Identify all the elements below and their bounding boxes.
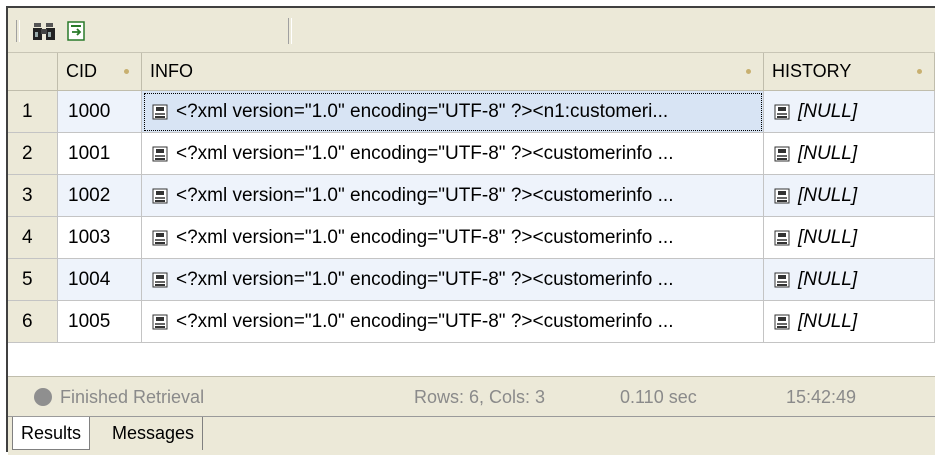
sort-indicator-icon[interactable] xyxy=(746,69,751,74)
xml-document-icon[interactable] xyxy=(774,314,790,330)
info-cell[interactable]: <?xml version="1.0" encoding="UTF-8" ?><… xyxy=(142,91,764,133)
row-number[interactable]: 1 xyxy=(8,91,58,133)
history-cell[interactable]: [NULL] xyxy=(764,175,935,217)
status-bar: Finished Retrieval Rows: 6, Cols: 3 0.11… xyxy=(8,376,935,417)
sort-indicator-icon[interactable] xyxy=(124,69,129,74)
info-value: <?xml version="1.0" encoding="UTF-8" ?><… xyxy=(176,142,674,164)
retrieval-timestamp: 15:42:49 xyxy=(786,387,857,407)
info-value: <?xml version="1.0" encoding="UTF-8" ?><… xyxy=(176,184,674,206)
column-header-label: HISTORY xyxy=(772,61,852,81)
xml-document-icon[interactable] xyxy=(152,146,168,162)
row-number[interactable]: 4 xyxy=(8,217,58,259)
row-number[interactable]: 3 xyxy=(8,175,58,217)
history-cell[interactable]: [NULL] xyxy=(764,91,935,133)
result-tabs: Results Messages xyxy=(8,416,935,455)
tab-messages[interactable]: Messages xyxy=(104,417,204,450)
info-cell[interactable]: <?xml version="1.0" encoding="UTF-8" ?><… xyxy=(142,175,764,217)
history-cell[interactable]: [NULL] xyxy=(764,217,935,259)
cid-cell[interactable]: 1000 xyxy=(58,91,142,133)
xml-document-icon[interactable] xyxy=(774,104,790,120)
cid-cell[interactable]: 1004 xyxy=(58,259,142,301)
xml-document-icon[interactable] xyxy=(152,188,168,204)
table-row[interactable]: 5 1004 <?xml version="1.0" encoding="UTF… xyxy=(8,259,935,301)
cid-cell[interactable]: 1003 xyxy=(58,217,142,259)
xml-document-icon[interactable] xyxy=(152,272,168,288)
xml-document-icon[interactable] xyxy=(774,272,790,288)
table-row[interactable]: 6 1005 <?xml version="1.0" encoding="UTF… xyxy=(8,301,935,343)
history-value: [NULL] xyxy=(798,226,858,248)
row-number-header[interactable] xyxy=(8,53,58,91)
status-icon xyxy=(34,388,52,406)
cid-cell[interactable]: 1002 xyxy=(58,175,142,217)
column-header-history[interactable]: HISTORY xyxy=(764,53,935,91)
table-row[interactable]: 3 1002 <?xml version="1.0" encoding="UTF… xyxy=(8,175,935,217)
status-message: Finished Retrieval xyxy=(60,387,205,407)
history-value: [NULL] xyxy=(798,184,858,206)
history-value: [NULL] xyxy=(798,142,858,164)
row-number[interactable]: 5 xyxy=(8,259,58,301)
table-row[interactable]: 2 1001 <?xml version="1.0" encoding="UTF… xyxy=(8,133,935,175)
xml-document-icon[interactable] xyxy=(152,230,168,246)
row-col-count: Rows: 6, Cols: 3 xyxy=(414,387,546,407)
info-cell[interactable]: <?xml version="1.0" encoding="UTF-8" ?><… xyxy=(142,217,764,259)
toolbar-grip[interactable] xyxy=(16,20,20,42)
table-row[interactable]: 1 1000 <?xml version="1.0" encoding="UTF… xyxy=(8,91,935,133)
history-cell[interactable]: [NULL] xyxy=(764,301,935,343)
xml-document-icon[interactable] xyxy=(152,104,168,120)
find-button[interactable] xyxy=(30,18,58,44)
tab-results[interactable]: Results xyxy=(12,417,91,450)
info-value: <?xml version="1.0" encoding="UTF-8" ?><… xyxy=(176,268,674,290)
xml-document-icon[interactable] xyxy=(774,188,790,204)
history-value: [NULL] xyxy=(798,100,858,122)
info-cell[interactable]: <?xml version="1.0" encoding="UTF-8" ?><… xyxy=(142,133,764,175)
toolbar xyxy=(8,8,935,53)
info-value: <?xml version="1.0" encoding="UTF-8" ?><… xyxy=(176,226,674,248)
column-header-cid[interactable]: CID xyxy=(58,53,142,91)
results-window: CID INFO HISTORY 1 1000 <?xml version="1… xyxy=(6,6,935,455)
history-value: [NULL] xyxy=(798,310,858,332)
cid-cell[interactable]: 1001 xyxy=(58,133,142,175)
info-cell[interactable]: <?xml version="1.0" encoding="UTF-8" ?><… xyxy=(142,259,764,301)
column-header-info[interactable]: INFO xyxy=(142,53,764,91)
execution-time: 0.110 sec xyxy=(620,387,697,407)
table-row[interactable]: 4 1003 <?xml version="1.0" encoding="UTF… xyxy=(8,217,935,259)
toolbar-separator xyxy=(288,18,292,44)
sort-indicator-icon[interactable] xyxy=(917,69,922,74)
column-header-label: CID xyxy=(66,61,97,81)
xml-document-icon[interactable] xyxy=(774,230,790,246)
binoculars-icon xyxy=(33,23,55,40)
xml-document-icon[interactable] xyxy=(774,146,790,162)
xml-document-icon[interactable] xyxy=(152,314,168,330)
cid-cell[interactable]: 1005 xyxy=(58,301,142,343)
info-cell[interactable]: <?xml version="1.0" encoding="UTF-8" ?><… xyxy=(142,301,764,343)
history-cell[interactable]: [NULL] xyxy=(764,259,935,301)
header-row: CID INFO HISTORY xyxy=(8,53,935,95)
info-value: <?xml version="1.0" encoding="UTF-8" ?><… xyxy=(176,310,674,332)
history-cell[interactable]: [NULL] xyxy=(764,133,935,175)
export-button[interactable] xyxy=(62,18,90,44)
info-value: <?xml version="1.0" encoding="UTF-8" ?><… xyxy=(176,100,669,122)
history-value: [NULL] xyxy=(798,268,858,290)
export-icon xyxy=(67,21,85,41)
row-number[interactable]: 6 xyxy=(8,301,58,343)
row-number[interactable]: 2 xyxy=(8,133,58,175)
column-header-label: INFO xyxy=(150,61,193,81)
